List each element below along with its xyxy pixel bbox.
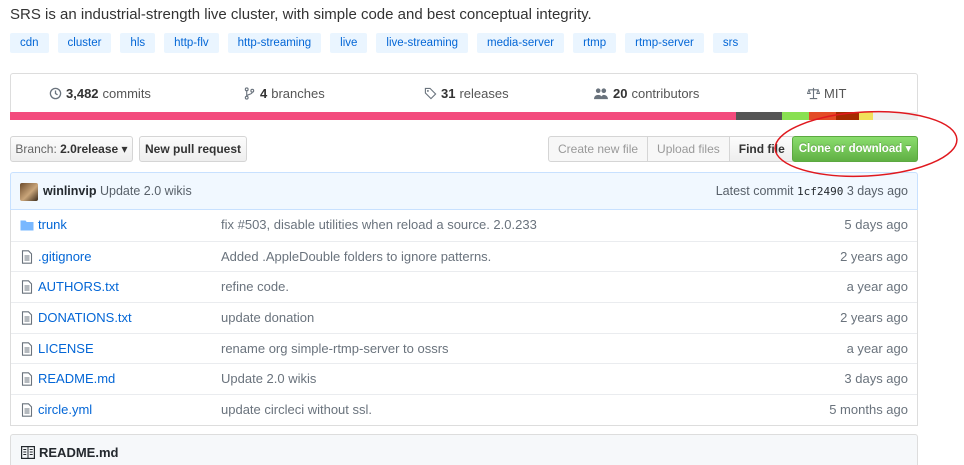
- readme-title: README.md: [39, 445, 119, 460]
- file-commit-message[interactable]: refine code.: [221, 279, 289, 294]
- branches-label: branches: [271, 86, 325, 101]
- file-icon: [21, 403, 33, 417]
- language-segment: [781, 112, 810, 120]
- commits-label: commits: [102, 86, 151, 101]
- file-row: LICENSE rename org simple-rtmp-server to…: [11, 332, 917, 364]
- topic-tag[interactable]: cdn: [10, 33, 49, 53]
- file-age: 5 days ago: [844, 217, 908, 232]
- file-commit-message[interactable]: update circleci without ssl.: [221, 402, 372, 417]
- topic-tag[interactable]: hls: [120, 33, 156, 53]
- language-segment: [10, 112, 737, 120]
- commit-author[interactable]: winlinvip: [43, 184, 96, 198]
- file-row: README.md Update 2.0 wikis 3 days ago: [11, 363, 917, 394]
- file-age: a year ago: [846, 340, 908, 356]
- branches-link[interactable]: 4 branches: [243, 86, 325, 101]
- language-segment: [872, 112, 918, 120]
- file-icon: [21, 311, 33, 325]
- branch-name: 2.0release: [60, 142, 119, 156]
- upload-files-button[interactable]: Upload files: [647, 136, 730, 162]
- file-commit-message[interactable]: rename org simple-rtmp-server to ossrs: [221, 341, 449, 356]
- file-name[interactable]: trunk: [38, 217, 67, 232]
- commit-message[interactable]: Update 2.0 wikis: [100, 184, 192, 198]
- contributors-label: contributors: [631, 86, 700, 101]
- file-name[interactable]: .gitignore: [38, 249, 91, 264]
- topic-tag[interactable]: live: [330, 33, 368, 53]
- branch-prefix: Branch:: [15, 142, 57, 156]
- file-age: a year ago: [846, 279, 908, 295]
- tag-icon: [424, 87, 437, 100]
- history-icon: [49, 87, 62, 100]
- caret-down-icon: ▾: [905, 143, 912, 155]
- file-commit-message[interactable]: fix #503, disable utilities when reload …: [221, 217, 537, 232]
- commits-link[interactable]: 3,482 commits: [49, 86, 151, 101]
- branch-select-button[interactable]: Branch: 2.0release ▾: [10, 136, 133, 162]
- latest-commit-bar: winlinvip Update 2.0 wikis Latest commit…: [10, 172, 918, 210]
- topic-tag[interactable]: cluster: [57, 33, 112, 53]
- file-name[interactable]: AUTHORS.txt: [38, 279, 119, 294]
- folder-icon: [20, 220, 34, 231]
- file-commit-message[interactable]: update donation: [221, 310, 314, 325]
- file-age: 5 months ago: [829, 402, 908, 418]
- branch-icon: [244, 87, 255, 100]
- repo-description: SRS is an industrial-strength live clust…: [10, 6, 592, 23]
- topic-tag[interactable]: http-streaming: [227, 33, 322, 53]
- language-segment: [809, 112, 837, 120]
- contributors-count: 20: [613, 86, 628, 101]
- commits-count: 3,482: [66, 86, 99, 101]
- book-icon: [21, 446, 35, 459]
- file-row: trunk fix #503, disable utilities when r…: [11, 210, 917, 241]
- file-name[interactable]: LICENSE: [38, 341, 94, 356]
- file-actions: Create new file Upload files Find file: [548, 136, 795, 162]
- file-row: circle.yml update circleci without ssl. …: [11, 394, 917, 425]
- topic-tag[interactable]: http-flv: [164, 33, 219, 53]
- file-icon: [21, 280, 33, 295]
- file-name[interactable]: README.md: [38, 371, 115, 386]
- license-label: MIT: [824, 86, 847, 101]
- topic-tag[interactable]: srs: [712, 33, 749, 53]
- releases-link[interactable]: 31 releases: [424, 86, 509, 101]
- create-new-file-button[interactable]: Create new file: [548, 136, 649, 162]
- releases-label: releases: [459, 86, 509, 101]
- avatar[interactable]: [20, 183, 38, 201]
- caret-down-icon: ▾: [121, 142, 128, 156]
- file-age: 3 days ago: [844, 371, 908, 387]
- file-row: DONATIONS.txt update donation 2 years ag…: [11, 302, 917, 333]
- clone-label: Clone or download: [798, 143, 903, 155]
- branches-count: 4: [260, 86, 268, 101]
- file-commit-message[interactable]: Update 2.0 wikis: [221, 371, 316, 386]
- file-list: trunk fix #503, disable utilities when r…: [10, 210, 918, 426]
- file-row: AUTHORS.txt refine code. a year ago: [11, 271, 917, 302]
- law-icon: [807, 87, 820, 100]
- file-icon: [21, 342, 33, 356]
- file-icon: [21, 372, 33, 387]
- clone-or-download-button[interactable]: Clone or download ▾: [792, 136, 918, 162]
- contributors-link[interactable]: 20 contributors: [593, 86, 699, 101]
- topic-tag[interactable]: live-streaming: [376, 33, 468, 53]
- people-icon: [594, 88, 608, 100]
- latest-commit-prefix: Latest commit: [715, 184, 794, 198]
- new-pull-request-button[interactable]: New pull request: [139, 136, 247, 162]
- topic-tag[interactable]: media-server: [477, 33, 565, 53]
- file-age: 2 years ago: [840, 248, 908, 264]
- file-age: 2 years ago: [840, 310, 908, 326]
- commit-sha[interactable]: 1cf2490: [797, 185, 843, 198]
- license-link[interactable]: MIT: [807, 86, 846, 101]
- language-segment: [736, 112, 782, 120]
- readme-header: README.md: [10, 434, 918, 465]
- topic-tag[interactable]: rtmp-server: [625, 33, 704, 53]
- find-file-button[interactable]: Find file: [728, 136, 795, 162]
- language-segment: [858, 112, 873, 120]
- topic-list: cdn cluster hls http-flv http-streaming …: [10, 33, 757, 53]
- file-row: .gitignore Added .AppleDouble folders to…: [11, 240, 917, 272]
- topic-tag[interactable]: rtmp: [573, 33, 617, 53]
- language-segment: [836, 112, 859, 120]
- file-commit-message[interactable]: Added .AppleDouble folders to ignore pat…: [221, 249, 491, 264]
- releases-count: 31: [441, 86, 456, 101]
- file-icon: [21, 249, 33, 264]
- file-name[interactable]: DONATIONS.txt: [38, 310, 132, 325]
- file-name[interactable]: circle.yml: [38, 402, 92, 417]
- commit-age: 3 days ago: [846, 184, 908, 198]
- latest-commit-info: Latest commit 1cf2490 3 days ago: [716, 184, 908, 198]
- language-bar[interactable]: [10, 112, 918, 120]
